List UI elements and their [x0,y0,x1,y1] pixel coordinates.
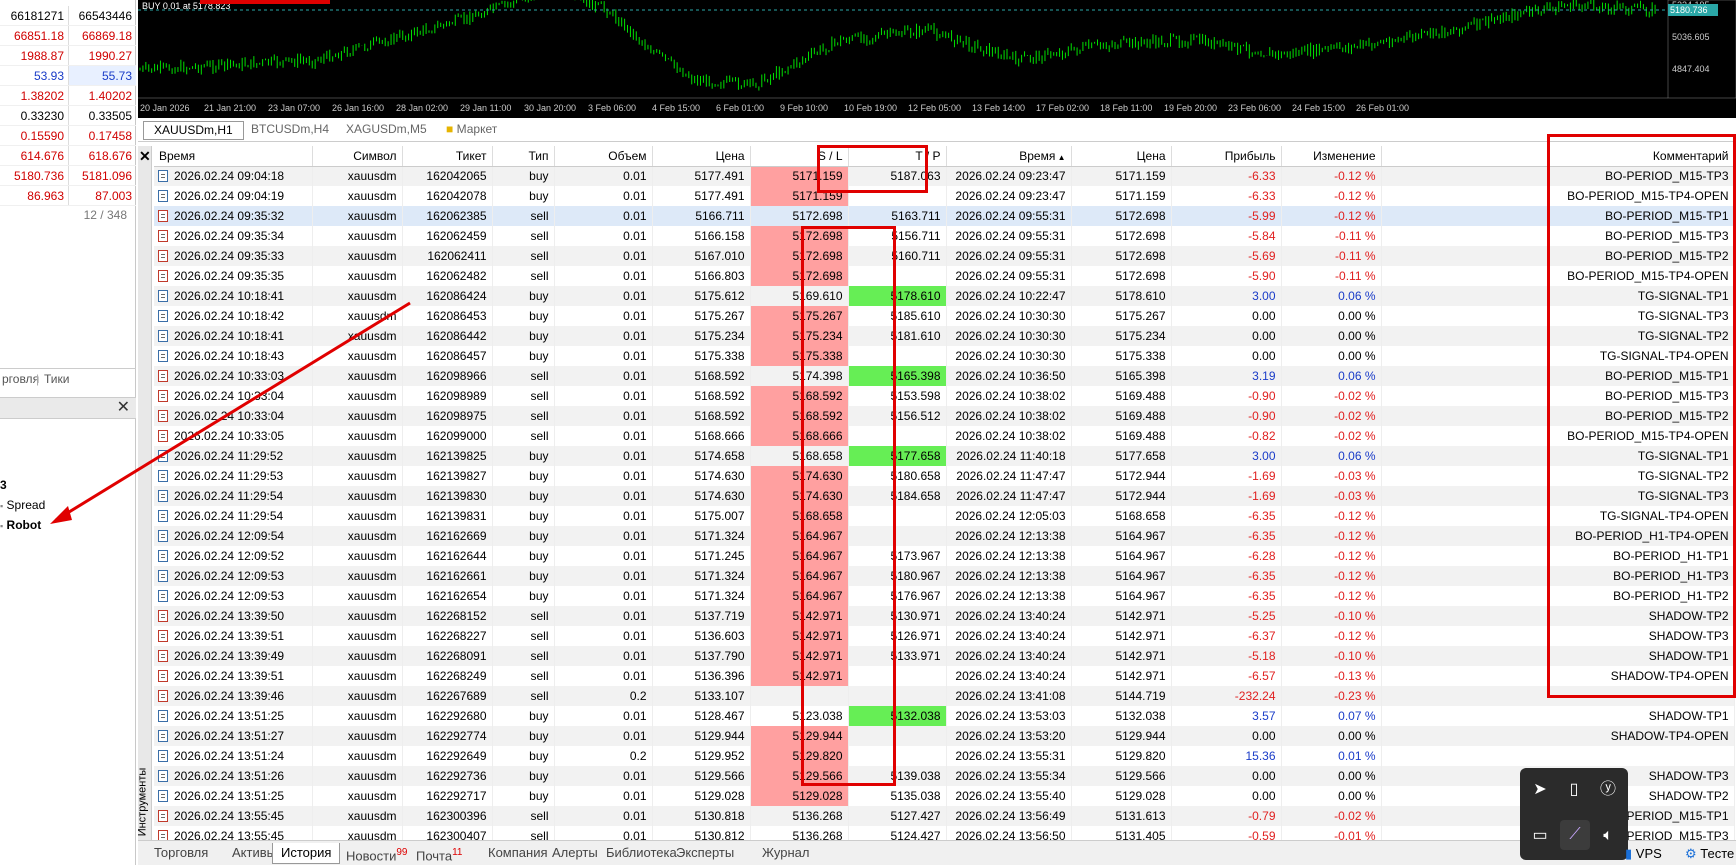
toolbox-tabs: Торговля Активы История Новости99 Почта11 Ком… [138,840,1736,865]
feather-app-icon[interactable]: ⟋ [1560,820,1590,850]
bottom-tab[interactable]: Журнал [754,843,817,864]
bottom-tab[interactable]: Торговля [146,843,216,864]
usb-icon[interactable]: ▯ [1562,778,1586,802]
bottom-tab[interactable]: История [272,843,341,864]
yandex-icon[interactable]: ⓨ [1596,778,1620,802]
network-icon[interactable]: ▭ [1528,824,1552,848]
telegram-icon[interactable]: ➤ [1528,778,1552,802]
bottom-tab[interactable]: Новости99 [338,843,415,864]
bottom-tab[interactable]: Алерты [544,843,606,864]
mail-badge: 11 [452,847,463,858]
tester-status[interactable]: ⚙ Тесте [1685,846,1734,862]
speaker-icon[interactable]: 🔈︎ [1596,824,1620,848]
bottom-tab[interactable]: Эксперты [668,843,742,864]
annotation-arrow [50,301,411,524]
vps-status[interactable]: ▮ VPS [1625,846,1662,862]
system-tray-popup: ➤ ▯ ⓨ ▭ ⟋ 🔈︎ [1520,768,1628,860]
news-badge: 99 [396,847,408,858]
bottom-tab[interactable]: Почта11 [408,843,471,864]
